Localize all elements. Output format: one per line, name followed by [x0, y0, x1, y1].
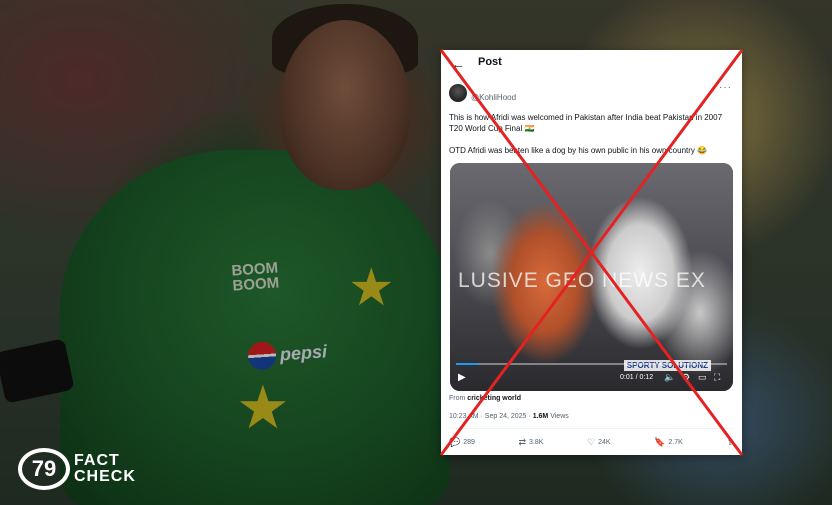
timestamp[interactable]: 10:23 AM · Sep 24, 2025 ·	[449, 413, 531, 420]
views-label: Views	[550, 413, 569, 420]
video-progress-fill	[456, 363, 478, 365]
divider	[449, 428, 734, 429]
action-bar: 💬 289 ⇄ 3.8K ♡ 24K 🔖 2.7K ⇪	[449, 437, 734, 448]
settings-icon[interactable]: ⚙	[682, 372, 690, 383]
tweet-text-line: OTD Afridi was beaten like a dog by his …	[449, 146, 708, 155]
tweet-meta: 10:23 AM · Sep 24, 2025 · 1.6M Views	[449, 413, 569, 420]
fullscreen-icon[interactable]: ⛶	[714, 372, 720, 383]
reply-button[interactable]: 💬 289	[449, 437, 475, 448]
video-progress-bar[interactable]	[456, 363, 727, 365]
pip-icon[interactable]: ▭	[698, 372, 707, 383]
share-icon: ⇪	[726, 437, 734, 447]
tweet-card: ← Post @KohliHood ··· This is how Afridi…	[441, 50, 742, 455]
video-overlay-text: LUSIVE GEO NEWS EX	[458, 269, 706, 292]
views-count: 1.6M	[532, 413, 549, 420]
reply-icon: 💬	[449, 437, 461, 447]
brand-word-fact: FACT	[74, 452, 120, 469]
bookmark-icon: 🔖	[654, 437, 666, 447]
repost-icon: ⇄	[518, 437, 527, 447]
tweet-text-line: This is how Afridi was welcomed in Pakis…	[449, 113, 723, 133]
post-header-title: Post	[478, 56, 502, 68]
video-watermark: SPORTY SOLUTIONZ	[623, 360, 711, 371]
avatar[interactable]	[449, 84, 467, 102]
source-name[interactable]: cricketing world	[467, 395, 521, 402]
video-player[interactable]: LUSIVE GEO NEWS EX SPORTY SOLUTIONZ ▶ 0:…	[450, 163, 733, 391]
user-handle[interactable]: @KohliHood	[471, 93, 516, 102]
repost-button[interactable]: ⇄ 3.8K	[519, 437, 544, 448]
share-button[interactable]: ⇪	[726, 437, 734, 448]
bookmark-button[interactable]: 🔖 2.7K	[654, 437, 683, 448]
play-icon[interactable]: ▶	[458, 372, 466, 383]
volume-icon[interactable]: 🔈	[664, 372, 675, 383]
heart-icon: ♡	[587, 437, 596, 447]
brand-word-check: CHECK	[74, 468, 136, 485]
brand-mark: 79	[18, 448, 70, 490]
more-options-icon[interactable]: ···	[719, 82, 732, 93]
tweet-text: This is how Afridi was welcomed in Pakis…	[449, 112, 734, 167]
source-line: From cricketing world	[449, 395, 521, 402]
back-arrow-icon[interactable]: ←	[451, 56, 465, 72]
like-button[interactable]: ♡ 24K	[587, 437, 611, 448]
video-time: 0:01 / 0:12	[620, 374, 654, 381]
fact-check-logo: 79 FACT CHECK	[18, 448, 136, 490]
